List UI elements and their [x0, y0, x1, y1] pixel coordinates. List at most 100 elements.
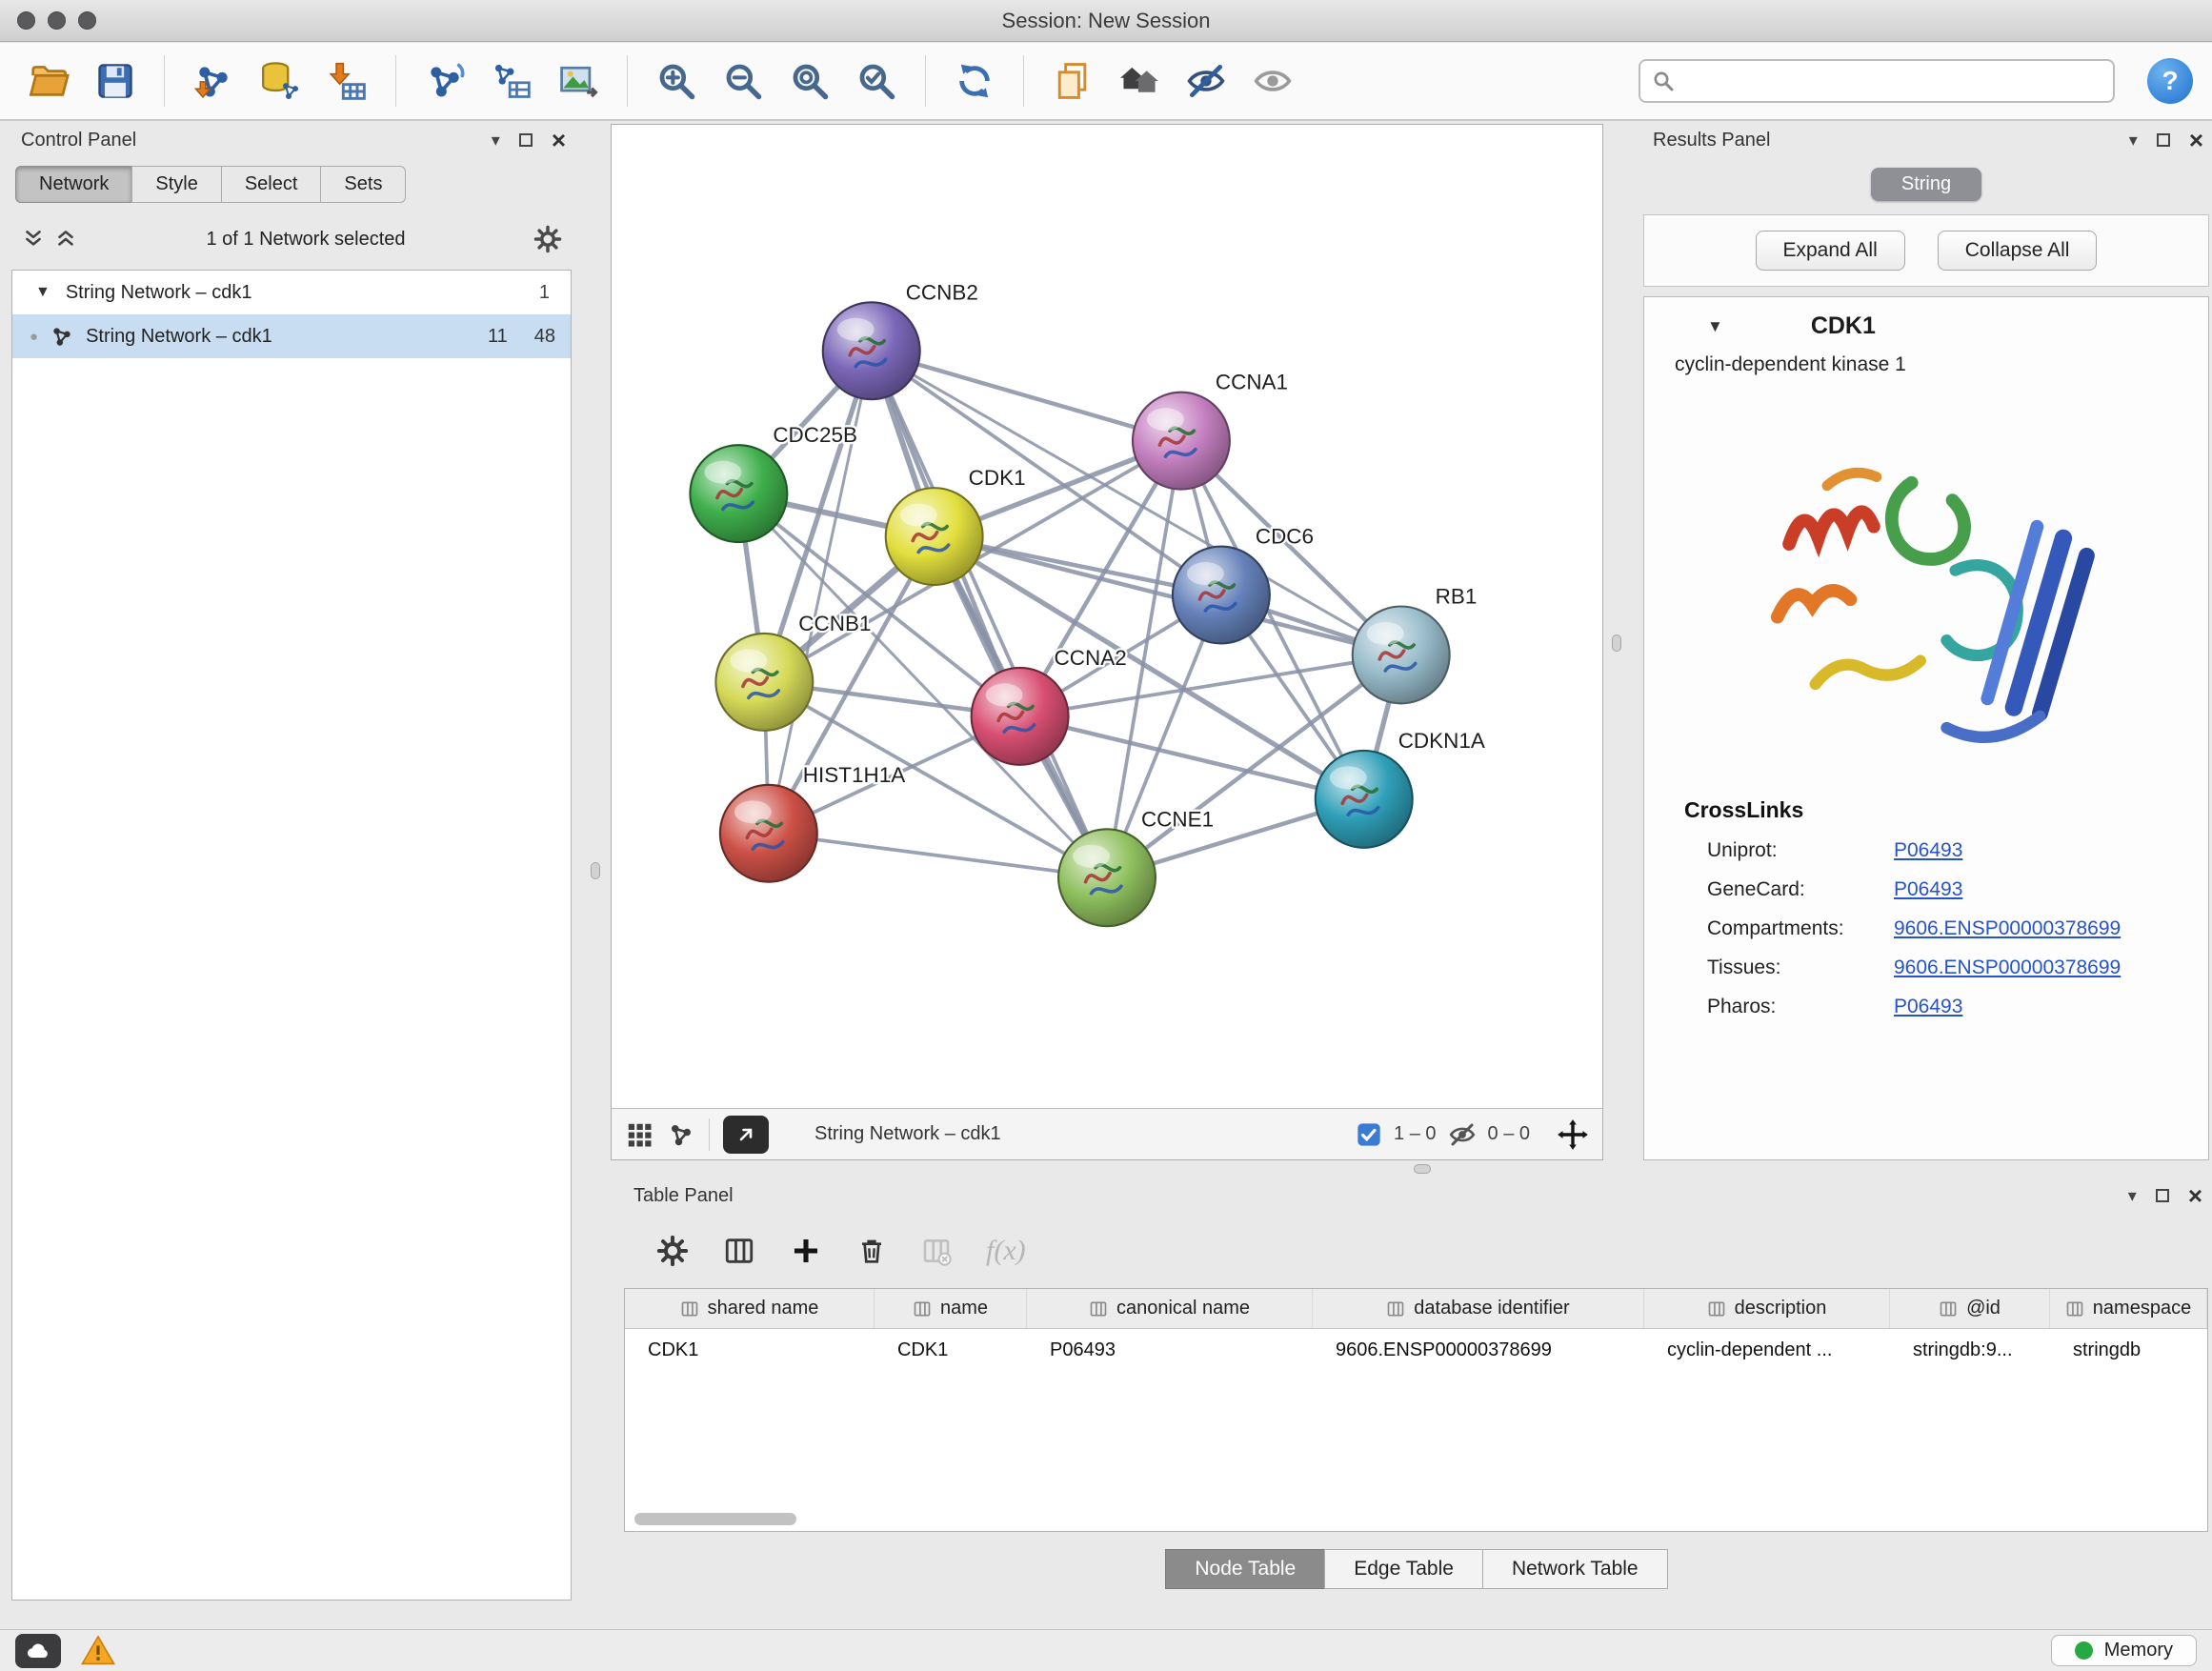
tab-string[interactable]: String	[1871, 168, 1981, 201]
import-network-from-file-button[interactable]	[184, 51, 243, 111]
search-input[interactable]	[1684, 70, 2101, 92]
selected-checkbox-icon[interactable]	[1356, 1121, 1382, 1148]
zoom-window-button[interactable]	[78, 11, 96, 30]
apply-layout-button[interactable]	[945, 51, 1004, 111]
tab-network-table[interactable]: Network Table	[1482, 1549, 1668, 1589]
copy-style-button[interactable]	[1043, 51, 1102, 111]
collapse-all-icon[interactable]	[53, 227, 78, 252]
memory-button[interactable]: Memory	[2051, 1635, 2197, 1666]
panel-float-icon[interactable]	[2156, 1189, 2169, 1202]
network-node-CDC25B[interactable]: CDC25B	[690, 423, 857, 542]
zoom-out-button[interactable]	[714, 51, 773, 111]
gear-icon[interactable]	[656, 1235, 689, 1267]
add-column-icon[interactable]	[790, 1235, 822, 1267]
node-label: CCNB2	[906, 280, 978, 304]
panel-close-icon[interactable]: ×	[2189, 128, 2203, 152]
collapse-all-button[interactable]: Collapse All	[1938, 231, 2098, 271]
panel-float-icon[interactable]	[2157, 133, 2170, 147]
node-label: HIST1H1A	[803, 763, 905, 787]
horizontal-scrollbar[interactable]	[634, 1513, 796, 1525]
new-network-from-selection-button[interactable]	[415, 51, 474, 111]
network-node-CDK1[interactable]: CDK1	[886, 466, 1026, 585]
import-network-from-database-button[interactable]	[251, 51, 310, 111]
title-bar: Session: New Session	[0, 0, 2212, 42]
splitter-handle[interactable]	[591, 862, 600, 879]
grid-icon[interactable]	[625, 1120, 654, 1149]
crosslink-link[interactable]: P06493	[1894, 878, 2208, 901]
splitter-handle[interactable]	[1612, 634, 1621, 652]
zoom-selected-button[interactable]	[847, 51, 906, 111]
gear-icon[interactable]	[533, 225, 562, 253]
expand-all-icon[interactable]	[21, 227, 46, 252]
hide-selected-button[interactable]	[1176, 51, 1236, 111]
network-selection-bar: 1 of 1 Network selected	[11, 218, 572, 260]
disclosure-triangle-icon[interactable]: ▼	[35, 284, 50, 301]
open-session-button[interactable]	[19, 51, 78, 111]
splitter-handle[interactable]	[1414, 1164, 1431, 1174]
network-node-CCNA1[interactable]: CCNA1	[1133, 371, 1288, 490]
crosslink-link[interactable]: P06493	[1894, 996, 2208, 1018]
column-header[interactable]: name	[875, 1289, 1027, 1328]
zoom-in-button[interactable]	[647, 51, 706, 111]
network-edge[interactable]	[1020, 716, 1364, 799]
columns-icon[interactable]	[723, 1235, 755, 1267]
panel-collapse-icon[interactable]: ▾	[2128, 1186, 2137, 1206]
window-controls	[17, 11, 96, 30]
birds-eye-view-button[interactable]	[1110, 51, 1169, 111]
disclosure-triangle-icon[interactable]: ▼	[1707, 317, 1723, 336]
panel-collapse-icon[interactable]: ▾	[2129, 131, 2138, 151]
column-header[interactable]: description	[1644, 1289, 1890, 1328]
network-collection-row[interactable]: ▼ String Network – cdk1 1	[12, 271, 571, 314]
panel-collapse-icon[interactable]: ▾	[492, 131, 500, 151]
panel-close-icon[interactable]: ×	[552, 128, 566, 152]
clone-network-button[interactable]	[482, 51, 541, 111]
zoom-fit-button[interactable]	[780, 51, 839, 111]
network-canvas[interactable]: CCNB2CCNA1CDC25BCDK1CDC6RB1CCNB1CCNA2CDK…	[612, 125, 1602, 1108]
minimize-window-button[interactable]	[48, 11, 66, 30]
cell-canonical-name: P06493	[1027, 1339, 1313, 1361]
crosshair-icon[interactable]	[1557, 1118, 1589, 1151]
expand-all-button[interactable]: Expand All	[1756, 231, 1905, 271]
column-header[interactable]: database identifier	[1313, 1289, 1644, 1328]
tab-select[interactable]: Select	[221, 166, 322, 203]
help-button[interactable]: ?	[2147, 58, 2193, 104]
network-graph[interactable]: CCNB2CCNA1CDC25BCDK1CDC6RB1CCNB1CCNA2CDK…	[612, 125, 1602, 1108]
import-table-from-file-button[interactable]	[317, 51, 376, 111]
panel-float-icon[interactable]	[519, 133, 533, 147]
tab-sets[interactable]: Sets	[320, 166, 406, 203]
network-node-CCNB1[interactable]: CCNB1	[715, 612, 871, 731]
column-header[interactable]: shared name	[625, 1289, 875, 1328]
network-node-HIST1H1A[interactable]: HIST1H1A	[720, 763, 905, 882]
tab-node-table[interactable]: Node Table	[1165, 1549, 1325, 1589]
network-edge[interactable]	[935, 536, 1401, 654]
crosslink-link[interactable]: 9606.ENSP00000378699	[1894, 917, 2208, 940]
show-all-button[interactable]	[1243, 51, 1302, 111]
crosslink-link[interactable]: P06493	[1894, 839, 2208, 862]
column-header[interactable]: @id	[1890, 1289, 2050, 1328]
network-row-selected[interactable]: ● String Network – cdk1 11 48	[12, 314, 571, 358]
close-window-button[interactable]	[17, 11, 35, 30]
tab-network[interactable]: Network	[15, 166, 132, 203]
column-header[interactable]: namespace	[2050, 1289, 2207, 1328]
toolbar-separator	[925, 55, 926, 107]
cloud-button[interactable]	[15, 1634, 61, 1668]
network-edge[interactable]	[769, 834, 1107, 877]
network-node-CCNB2[interactable]: CCNB2	[823, 280, 978, 399]
open-in-new-button[interactable]	[723, 1116, 769, 1154]
column-header[interactable]: canonical name	[1027, 1289, 1313, 1328]
network-node-RB1[interactable]: RB1	[1353, 585, 1478, 704]
crosslink-link[interactable]: 9606.ENSP00000378699	[1894, 956, 2208, 979]
network-node-CDKN1A[interactable]: CDKN1A	[1316, 729, 1485, 848]
network-icon[interactable]	[667, 1120, 695, 1149]
table-row[interactable]: CDK1 CDK1 P06493 9606.ENSP00000378699 cy…	[625, 1329, 2207, 1371]
gene-entry-header[interactable]: ▼ CDK1	[1644, 297, 2208, 344]
hidden-eye-slash-icon[interactable]	[1448, 1120, 1477, 1149]
delete-column-icon[interactable]	[856, 1236, 887, 1266]
save-session-button[interactable]	[86, 51, 145, 111]
network-edge[interactable]	[872, 351, 1107, 877]
warning-icon[interactable]	[80, 1633, 116, 1669]
tab-style[interactable]: Style	[131, 166, 221, 203]
export-image-button[interactable]	[549, 51, 608, 111]
tab-edge-table[interactable]: Edge Table	[1324, 1549, 1483, 1589]
panel-close-icon[interactable]: ×	[2188, 1183, 2202, 1208]
